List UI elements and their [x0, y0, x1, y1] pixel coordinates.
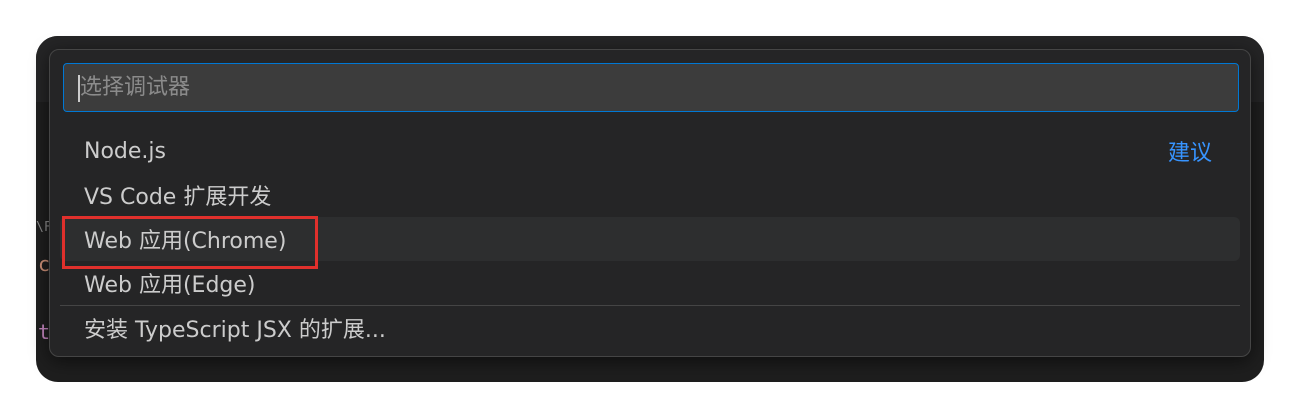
quick-pick-input-box[interactable]: [63, 63, 1239, 112]
quick-pick-list: Node.js 建议 VS Code 扩展开发 Web 应用(Chrome) W…: [50, 129, 1250, 350]
option-label: Web 应用(Edge): [84, 273, 256, 298]
debugger-quick-pick: Node.js 建议 VS Code 扩展开发 Web 应用(Chrome) W…: [49, 49, 1251, 357]
option-web-app-chrome[interactable]: Web 应用(Chrome): [60, 216, 1240, 269]
option-label: VS Code 扩展开发: [84, 185, 272, 210]
option-label: Web 应用(Chrome): [84, 229, 287, 254]
option-install-typescript-jsx-extension[interactable]: 安装 TypeScript JSX 的扩展...: [60, 306, 1240, 350]
option-nodejs[interactable]: Node.js 建议: [60, 129, 1240, 173]
option-vscode-extension-development[interactable]: VS Code 扩展开发: [60, 173, 1240, 217]
option-web-app-edge[interactable]: Web 应用(Edge): [60, 261, 1240, 305]
option-label: Node.js: [84, 138, 166, 164]
recommended-tag: 建议: [1167, 141, 1212, 166]
option-label: 安装 TypeScript JSX 的扩展...: [84, 318, 386, 343]
select-debugger-input[interactable]: [80, 64, 1230, 111]
